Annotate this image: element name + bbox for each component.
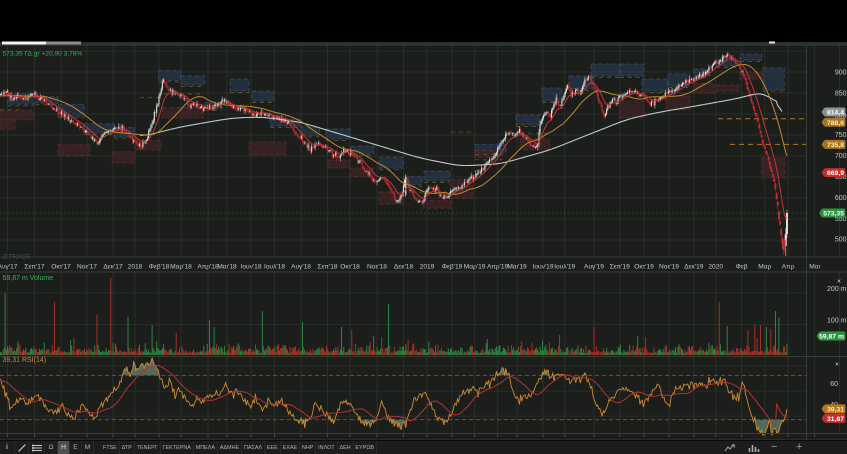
svg-text:Φεβ'18: Φεβ'18 [149,263,170,270]
svg-text:Νοε'18: Νοε'18 [367,263,387,270]
svg-text:735,8: 735,8 [827,142,844,149]
svg-text:2020: 2020 [708,263,723,270]
svg-text:×: × [835,361,839,368]
svg-text:39,31: 39,31 [827,406,844,413]
svg-text:Φεβ'19: Φεβ'19 [442,263,463,270]
svg-text:750: 750 [835,132,847,139]
svg-text:Απρ'19: Απρ'19 [487,263,509,270]
svg-text:Ιουν'18: Ιουν'18 [241,263,262,270]
svg-text:Αυγ'17: Αυγ'17 [0,263,18,270]
svg-text:Μαρ'19: Μαρ'19 [464,263,486,270]
svg-text:Αυγ'18: Αυγ'18 [291,263,311,270]
svg-text:60: 60 [830,381,838,388]
svg-text:59,87 m: 59,87 m [819,334,844,341]
svg-text:Ιουν'19: Ιουν'19 [533,263,554,270]
svg-text:573,35 ΓΔ.gr +20,90 3,78%: 573,35 ΓΔ.gr +20,90 3,78% [3,51,83,58]
svg-text:×: × [837,278,841,285]
svg-text:Z TRADE: Z TRADE [3,253,31,260]
svg-text:600: 600 [835,195,847,202]
svg-text:31,87: 31,87 [827,416,844,423]
svg-text:900: 900 [835,70,847,77]
svg-text:Νοε'17: Νοε'17 [77,263,97,270]
svg-text:Μαι'19: Μαι'19 [507,263,527,270]
svg-text:100 m: 100 m [827,317,847,324]
svg-text:Μαι'18: Μαι'18 [217,263,237,270]
svg-text:Οκτ'18: Οκτ'18 [340,263,360,270]
svg-text:Μαι: Μαι [809,263,820,270]
svg-text:Μαρ'18: Μαρ'18 [170,263,192,270]
svg-text:788,6: 788,6 [827,120,844,127]
svg-text:Ιουλ'19: Ιουλ'19 [554,263,575,270]
svg-text:Σεπ'18: Σεπ'18 [317,263,337,270]
svg-text:Αυγ'19: Αυγ'19 [584,263,604,270]
svg-text:200 m: 200 m [827,286,847,293]
svg-text:Δεκ'19: Δεκ'19 [684,263,704,270]
svg-text:500: 500 [835,237,847,244]
svg-text:Απρ'18: Απρ'18 [197,263,219,270]
svg-text:573,35: 573,35 [823,211,844,218]
svg-text:Νοε'19: Νοε'19 [659,263,679,270]
svg-text:850: 850 [835,90,847,97]
svg-text:Οκτ'17: Οκτ'17 [51,263,71,270]
svg-text:59,87 m Volume: 59,87 m Volume [3,275,54,282]
svg-text:39,31 RSI(14): 39,31 RSI(14) [3,357,47,364]
svg-text:Απρ: Απρ [782,263,795,270]
svg-text:Σεπ'19: Σεπ'19 [610,263,630,270]
svg-text:Δεκ'17: Δεκ'17 [103,263,123,270]
svg-text:814,4: 814,4 [827,110,844,117]
svg-text:Φεβ: Φεβ [736,263,748,270]
svg-text:Δεκ'18: Δεκ'18 [394,263,414,270]
svg-text:Οκτ'19: Οκτ'19 [634,263,654,270]
svg-text:Ιουλ'18: Ιουλ'18 [264,263,285,270]
svg-text:2018: 2018 [128,263,143,270]
svg-text:Μαρ: Μαρ [758,263,771,270]
svg-text:669,9: 669,9 [827,170,844,177]
svg-text:Σεπ'17: Σεπ'17 [24,263,44,270]
svg-text:700: 700 [835,153,847,160]
svg-text:2019: 2019 [420,263,435,270]
